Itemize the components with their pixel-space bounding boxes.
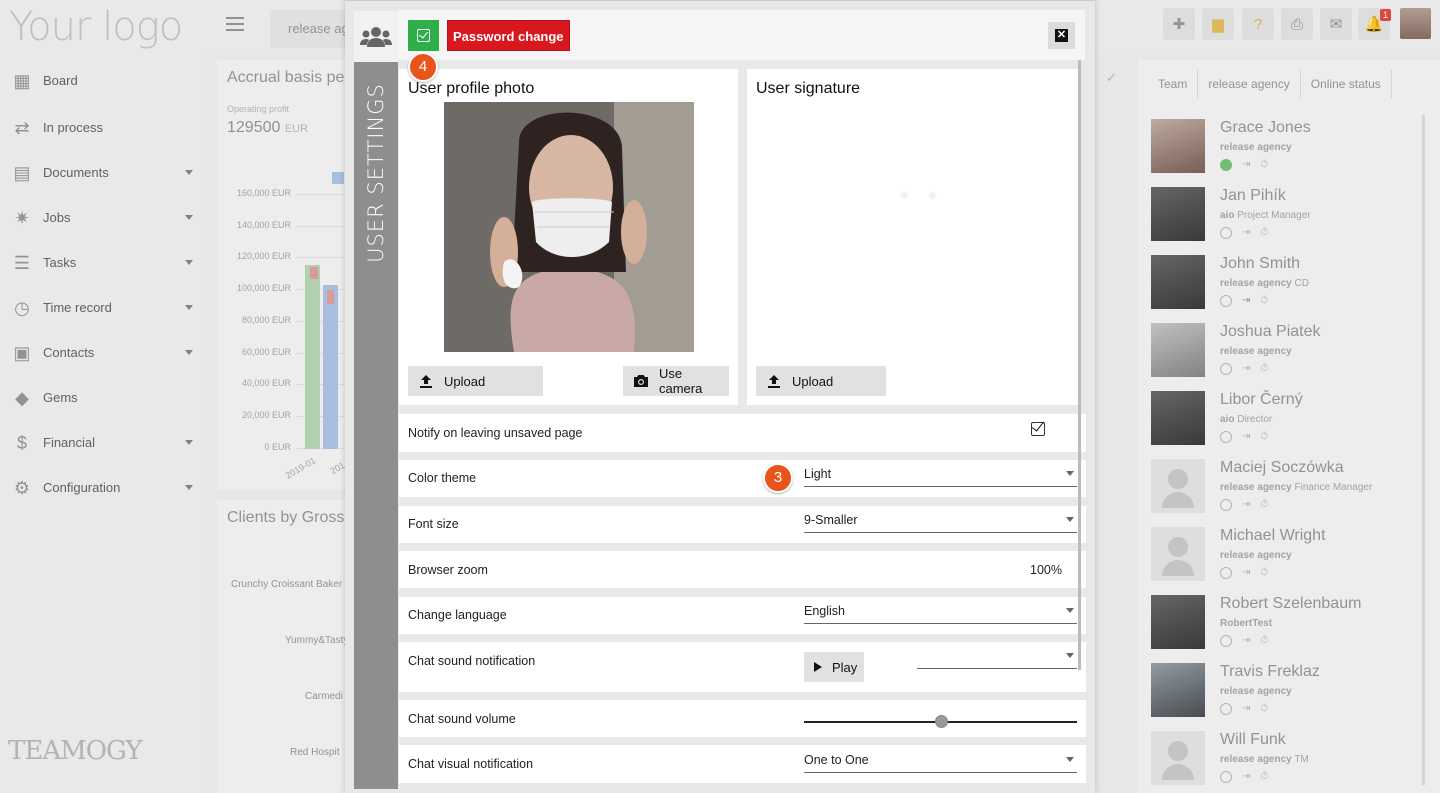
- setting-label: Notify on leaving unsaved page: [408, 426, 583, 440]
- camera-icon: [633, 375, 648, 387]
- setting-notify-row: Notify on leaving unsaved page: [399, 414, 1086, 452]
- upload-icon: [768, 375, 780, 388]
- modal-sidebar: USER SETTINGS: [354, 11, 398, 789]
- checkbox-icon: [417, 29, 430, 42]
- modal-side-title: USER SETTINGS: [364, 83, 388, 263]
- modal-scrollbar[interactable]: [1078, 60, 1081, 670]
- step-marker: 4: [408, 52, 438, 82]
- volume-slider-handle[interactable]: [934, 715, 948, 728]
- language-select[interactable]: English: [804, 604, 1077, 624]
- close-icon: ✕: [1055, 29, 1068, 42]
- zoom-value: 100%: [1030, 563, 1062, 577]
- color-theme-select[interactable]: Light: [804, 467, 1077, 487]
- setting-label: Chat sound volume: [408, 712, 516, 726]
- profile-photo[interactable]: [444, 102, 694, 352]
- save-button[interactable]: [408, 20, 439, 51]
- chevron-down-icon: [1066, 471, 1074, 476]
- play-label: Play: [832, 659, 858, 675]
- password-change-button[interactable]: Password change: [447, 20, 570, 51]
- setting-label: Chat visual notification: [408, 757, 534, 771]
- signature-panel: [747, 69, 1078, 405]
- chevron-down-icon: [1066, 517, 1074, 522]
- setting-label: Chat sound notification: [408, 654, 536, 668]
- setting-label: Color theme: [408, 471, 477, 485]
- select-value: One to One: [804, 753, 869, 767]
- use-camera-button[interactable]: Use camera: [623, 366, 729, 396]
- setting-label: Browser zoom: [408, 563, 488, 577]
- upload-signature-button[interactable]: Upload: [756, 366, 886, 396]
- chat-visual-select[interactable]: One to One: [804, 753, 1077, 773]
- font-size-select[interactable]: 9-Smaller: [804, 513, 1077, 533]
- signature-title: User signature: [756, 80, 861, 97]
- chat-sound-select[interactable]: [917, 649, 1077, 669]
- chevron-down-icon: [1066, 608, 1074, 613]
- upload-photo-button[interactable]: Upload: [408, 366, 543, 396]
- select-value: Light: [804, 467, 832, 481]
- profile-photo-title: User profile photo: [408, 80, 535, 97]
- select-value: English: [804, 604, 845, 618]
- setting-label: Change language: [408, 608, 507, 622]
- play-icon: [814, 662, 822, 672]
- play-button[interactable]: Play: [804, 652, 864, 682]
- users-icon: [354, 11, 398, 62]
- setting-volume-row: Chat sound volume: [399, 700, 1086, 737]
- upload-label: Upload: [792, 373, 834, 389]
- upload-icon: [420, 375, 432, 388]
- setting-label: Font size: [408, 517, 459, 531]
- setting-zoom-row: Browser zoom 100%: [399, 551, 1086, 588]
- eye-icon: ◉ ◉: [900, 190, 937, 201]
- camera-label: Use camera: [658, 366, 703, 396]
- select-value: 9-Smaller: [804, 513, 858, 527]
- chevron-down-icon: [1066, 757, 1074, 762]
- upload-label: Upload: [444, 373, 486, 389]
- notify-checkbox[interactable]: [1031, 418, 1045, 436]
- close-button[interactable]: ✕: [1048, 22, 1075, 49]
- chevron-down-icon: [1066, 653, 1074, 658]
- step-marker: 3: [763, 463, 793, 493]
